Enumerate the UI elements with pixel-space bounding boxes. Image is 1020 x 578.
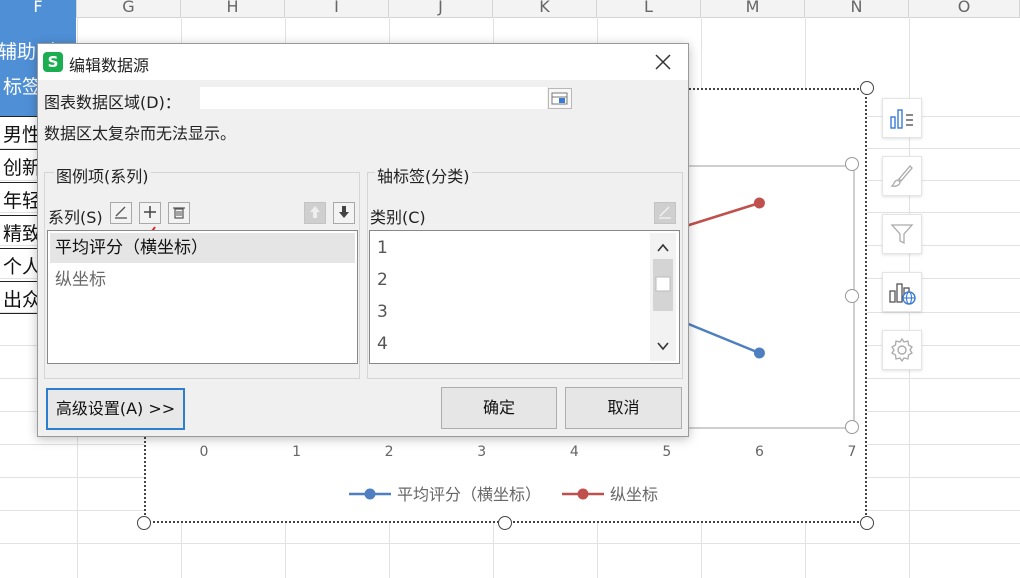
series-item-average-score[interactable]: 平均评分（横坐标） [50, 233, 355, 263]
chart-settings-button[interactable] [882, 330, 922, 370]
dialog-title: 编辑数据源 [69, 56, 150, 75]
range-select-icon [551, 92, 568, 105]
chart-data-range-input[interactable] [200, 87, 547, 109]
plot-handle-top-right[interactable] [845, 157, 859, 171]
category-listbox[interactable]: 1 2 3 4 [369, 230, 680, 364]
legend-swatch-dot-vertical-axis [577, 488, 589, 500]
category-scrollbar[interactable] [650, 233, 676, 361]
edit-data-source-dialog: S 编辑数据源 图表数据区域(D)： 数据区太复杂而无法显示。 图例项(系列) … [37, 43, 689, 437]
series-line-average-score[interactable] [685, 321, 760, 355]
x-tick-label-3: 3 [477, 444, 486, 460]
chart-online-button[interactable] [882, 272, 922, 312]
x-tick-label-7: 7 [848, 444, 857, 460]
advanced-settings-button[interactable]: 高级设置(A) >> [46, 388, 185, 430]
category-item-1[interactable]: 1 [372, 233, 648, 263]
chart-elements-button[interactable] [882, 98, 922, 138]
wps-logo-icon: S [43, 52, 63, 72]
resize-handle-bottom-right[interactable] [860, 516, 874, 530]
dialog-titlebar[interactable]: S 编辑数据源 [38, 44, 688, 80]
x-tick-label-5: 5 [662, 444, 671, 460]
close-icon [655, 54, 671, 70]
chart-elements-icon [890, 109, 913, 129]
category-item-2[interactable]: 2 [372, 265, 648, 295]
trash-icon [173, 207, 185, 219]
ok-button[interactable]: 确定 [441, 387, 557, 429]
x-tick-label-0: 0 [200, 444, 209, 460]
column-header-l[interactable]: L [597, 0, 701, 17]
chart-filter-button[interactable] [882, 214, 922, 254]
column-header-h[interactable]: H [181, 0, 285, 17]
axis-group-title: 轴标签(分类) [375, 163, 472, 187]
x-axis-ticks: 0 1 2 3 4 5 6 7 [200, 444, 857, 460]
column-header-k[interactable]: K [493, 0, 597, 17]
category-item-4[interactable]: 4 [372, 329, 648, 359]
chart-settings-icon [891, 337, 913, 363]
column-header-g[interactable]: G [77, 0, 181, 17]
cell-row-3[interactable]: 年轻 [3, 186, 41, 213]
x-tick-label-1: 1 [292, 444, 301, 460]
column-header-o[interactable]: O [909, 0, 1020, 17]
legend-group-title: 图例项(系列) [54, 163, 151, 187]
plot-handle-bottom-right[interactable] [845, 420, 859, 434]
edit-series-button[interactable] [110, 202, 132, 224]
edit-category-button[interactable] [654, 202, 676, 224]
chart-filter-icon [890, 224, 914, 245]
column-header-i[interactable]: I [285, 0, 389, 17]
column-header-m[interactable]: M [701, 0, 805, 17]
chart-style-button[interactable] [882, 156, 922, 196]
edit-pencil-icon [115, 206, 127, 219]
category-label: 类别(C) [370, 208, 426, 227]
scroll-down-icon [657, 342, 669, 351]
plus-icon [144, 206, 156, 218]
data-point-average-score-6[interactable] [753, 347, 765, 359]
scroll-up-icon [657, 243, 669, 252]
chart-style-icon [890, 165, 913, 187]
x-tick-label-4: 4 [570, 444, 579, 460]
resize-handle-top-right[interactable] [860, 81, 874, 95]
category-item-3[interactable]: 3 [372, 297, 648, 327]
arrow-up-icon [310, 206, 320, 218]
column-header-f[interactable]: F [0, 0, 77, 17]
edit-pencil-icon [659, 206, 671, 219]
plot-handle-middle-right[interactable] [845, 289, 859, 303]
legend-label-average-score[interactable]: 平均评分（横坐标） [397, 485, 541, 504]
range-select-button[interactable] [548, 88, 572, 109]
scrollbar-graphic [653, 243, 673, 351]
cell-row-4[interactable]: 精致 [3, 219, 41, 246]
cancel-button[interactable]: 取消 [565, 387, 682, 429]
complex-data-message: 数据区太复杂而无法显示。 [44, 124, 237, 143]
cell-row-5[interactable]: 个人 [3, 252, 41, 279]
chart-online-icon [889, 283, 916, 305]
arrow-down-icon [339, 206, 349, 218]
add-series-button[interactable] [139, 202, 161, 224]
series-line-vertical-axis[interactable] [685, 201, 760, 228]
data-point-vertical-axis-6[interactable] [753, 197, 765, 209]
close-button[interactable] [649, 50, 677, 74]
series-listbox[interactable]: 平均评分（横坐标） 纵坐标 [47, 230, 358, 364]
series-label: 系列(S) [48, 208, 103, 227]
x-tick-label-2: 2 [385, 444, 394, 460]
legend-label-vertical-axis[interactable]: 纵坐标 [610, 485, 658, 504]
column-header-n[interactable]: N [805, 0, 909, 17]
series-item-vertical-axis[interactable]: 纵坐标 [50, 265, 355, 295]
move-series-down-button[interactable] [333, 202, 355, 224]
header-cell-line2: 标签 [3, 76, 42, 98]
column-header-row: F G H I J K L M N O [0, 0, 1020, 18]
cell-row-1[interactable]: 男性 [3, 120, 41, 147]
cell-row-6[interactable]: 出众 [3, 285, 41, 312]
chart-data-range-label: 图表数据区域(D)： [44, 93, 181, 112]
move-series-up-button[interactable] [304, 202, 326, 224]
cell-row-2[interactable]: 创新 [3, 153, 41, 180]
x-tick-label-6: 6 [755, 444, 764, 460]
delete-series-button[interactable] [168, 202, 190, 224]
resize-handle-bottom-center[interactable] [498, 516, 512, 530]
column-header-j[interactable]: J [389, 0, 493, 17]
legend-swatch-dot-average-score [364, 488, 376, 500]
resize-handle-bottom-left[interactable] [137, 516, 151, 530]
